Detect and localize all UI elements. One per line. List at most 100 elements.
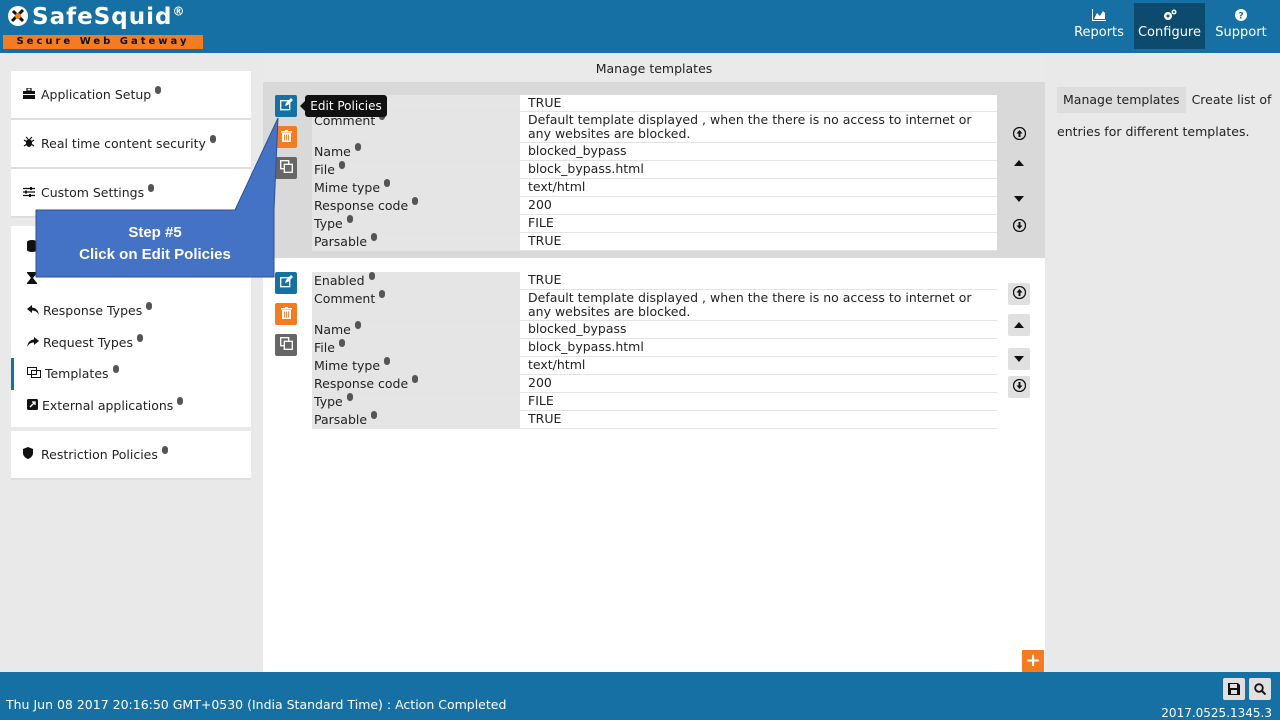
safesquid-logo[interactable]: SafeSquid® Secure Web Gateway [3,2,203,50]
info-icon [177,396,184,405]
sidebar-subitem-hourglass[interactable] [11,264,251,296]
nav-support[interactable]: ? Support [1212,3,1270,49]
delete-policy-button[interactable] [275,303,297,325]
sidebar-subitem-external-applications[interactable]: External applications [11,390,251,422]
move-down-button[interactable] [1008,348,1030,370]
move-bottom-button[interactable] [1008,376,1030,398]
info-icon [354,143,361,151]
field-row-enabled[interactable]: TRUE [312,95,997,112]
copy-policy-button[interactable] [275,157,297,179]
edit-policies-tooltip: Edit Policies [300,95,387,117]
field-row-name[interactable]: Name blocked_bypass [312,143,997,161]
shield-icon [23,432,41,479]
field-row-response-code[interactable]: Response code 200 [312,197,997,215]
sidebar-card-custom-settings: Custom Settings [11,169,251,218]
field-key: File [312,339,520,356]
nav-configure[interactable]: Configure [1134,3,1205,49]
move-bottom-button[interactable] [1008,216,1030,238]
field-value: blocked_bypass [528,143,627,158]
edit-icon [279,98,293,111]
save-button[interactable] [1223,678,1245,700]
info-icon [371,411,378,419]
brand-text: SafeSquid [32,4,173,30]
field-row-type[interactable]: Type FILE [312,215,997,233]
external-icon [27,398,42,413]
copy-policy-button[interactable] [275,334,297,356]
field-row-response-code[interactable]: Response code 200 [312,375,997,393]
chart-icon [1070,9,1128,25]
edit-policy-button[interactable] [275,95,297,117]
database-icon [27,240,37,255]
field-key-label: Parsable [314,412,368,427]
field-key: Mime type [312,179,520,196]
brand-name: SafeSquid® [7,4,185,30]
field-value: Default template displayed , when the th… [528,290,972,319]
field-key: Name [312,143,520,160]
hourglass-icon [27,271,37,287]
search-button[interactable] [1249,678,1271,700]
field-key-label: Name [314,144,351,159]
field-row-mime-type[interactable]: Mime type text/html [312,179,997,197]
sidebar-subitem-label: Templates [44,366,109,381]
add-policy-button[interactable]: + [1022,650,1044,672]
nav-reports-label: Reports [1074,25,1124,40]
step-callout-title: Step #5 [128,224,182,241]
save-icon [1228,683,1240,695]
field-row-parsable[interactable]: Parsable TRUE [312,411,997,429]
sidebar-subitem-request-types[interactable]: Request Types [11,327,251,359]
copy-icon [279,337,293,350]
move-top-button[interactable] [1008,283,1030,305]
sidebar-item-restriction-policies[interactable]: Restriction Policies [11,431,251,478]
sidebar-item-real-time-content-security[interactable]: Real time content security [11,120,251,167]
circle-arrow-down-icon [1012,378,1026,393]
field-row-type[interactable]: Type FILE [312,393,997,411]
delete-policy-button[interactable] [275,126,297,148]
info-icon [368,272,375,280]
field-value: TRUE [528,411,562,426]
edit-policy-button[interactable] [275,272,297,294]
field-row-parsable[interactable]: Parsable TRUE [312,233,997,251]
field-row-file[interactable]: File block_bypass.html [312,339,997,357]
sliders-icon [23,170,41,217]
sidebar-item-label: Application Setup [41,87,152,102]
bug-icon [23,121,41,168]
field-value: text/html [528,357,586,372]
info-icon [346,393,353,401]
status-footer: Thu Jun 08 2017 20:16:50 GMT+0530 (India… [0,672,1280,720]
circle-arrow-up-icon [1012,285,1026,300]
field-row-file[interactable]: File block_bypass.html [312,161,997,179]
question-icon: ? [1212,9,1270,25]
field-row-comment[interactable]: Comment Default template displayed , when… [312,290,997,321]
field-row-mime-type[interactable]: Mime type text/html [312,357,997,375]
circle-arrow-up-icon [1012,126,1026,141]
field-key-label: Parsable [314,234,368,249]
sidebar: Application Setup Real time content secu… [11,71,251,480]
field-row-name[interactable]: Name blocked_bypass [312,321,997,339]
sidebar-item-label: Restriction Policies [41,447,158,462]
sidebar-subitem-label: Request Types [42,334,133,350]
move-down-button[interactable] [1008,188,1030,210]
top-header: SafeSquid® Secure Web Gateway Reports Co… [0,0,1280,53]
sidebar-card-restriction-policies: Restriction Policies [11,431,251,480]
sidebar-item-custom-settings[interactable]: Custom Settings [11,169,251,216]
sidebar-subitem-response-types[interactable]: Response Types [11,295,251,327]
info-icon [379,290,386,298]
info-icon [338,161,345,169]
field-key-label: Mime type [314,180,381,195]
field-key-label: Response code [314,376,409,391]
field-row-comment[interactable]: Comment Default template displayed , when… [312,112,997,143]
reply-icon [27,303,43,318]
info-icon [354,321,361,329]
field-row-enabled[interactable]: Enabled TRUE [312,272,997,290]
sidebar-item-application-setup[interactable]: Application Setup [11,71,251,118]
field-key-label: Name [314,322,351,337]
move-up-button[interactable] [1008,314,1030,336]
field-value: Default template displayed , when the th… [528,112,972,141]
move-top-button[interactable] [1008,124,1030,146]
move-up-button[interactable] [1008,152,1030,174]
sidebar-subitem-templates[interactable]: Templates [11,358,251,390]
nav-reports[interactable]: Reports [1070,3,1128,49]
policy-card: Enabled TRUE Comment Default template disp… [263,272,1045,452]
field-key: Type [312,215,520,232]
info-icon [155,86,162,94]
